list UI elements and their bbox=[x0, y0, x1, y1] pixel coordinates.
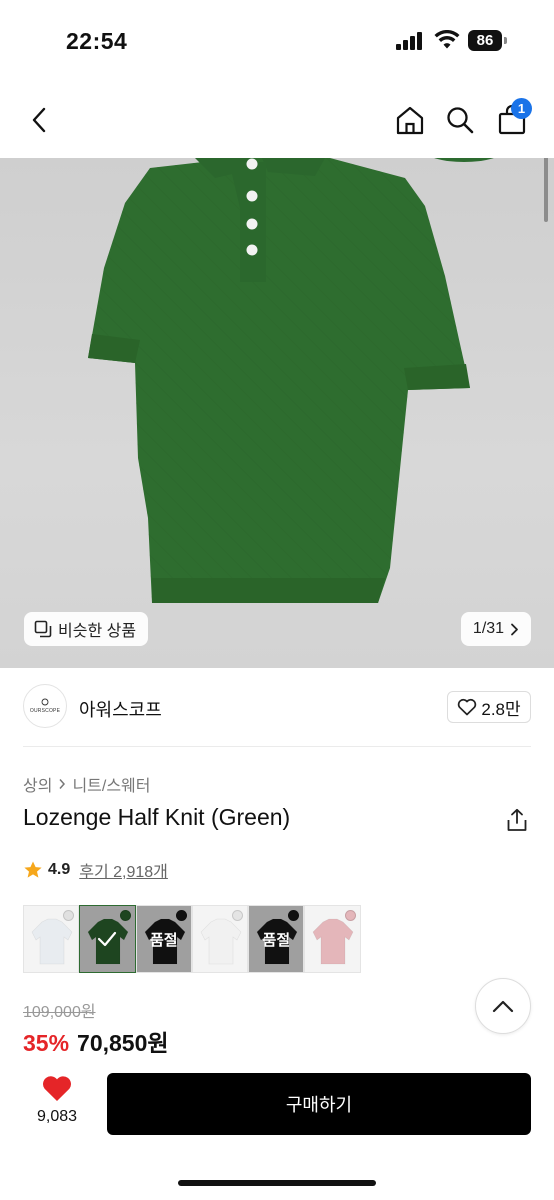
chevron-right-icon bbox=[511, 623, 518, 635]
rating-row: 4.9 후기 2,918개 bbox=[23, 858, 168, 882]
brand-like-count: 2.8만 bbox=[481, 699, 521, 719]
bottom-action-bar: 9,083 구매하기 bbox=[0, 1060, 554, 1200]
price-row: 35% 70,850원 bbox=[23, 1024, 169, 1058]
buy-button[interactable]: 구매하기 bbox=[107, 1073, 531, 1135]
home-button[interactable] bbox=[390, 100, 430, 140]
color-swatch[interactable] bbox=[79, 905, 136, 973]
brand-name[interactable]: 아워스코프 bbox=[79, 696, 162, 722]
search-icon bbox=[447, 107, 474, 134]
discount-rate: 35% bbox=[23, 1030, 70, 1056]
cellular-signal-icon bbox=[396, 32, 422, 50]
reviews-link[interactable]: 후기 2,918개 bbox=[79, 858, 168, 882]
product-photo-green-knit-polo bbox=[88, 158, 494, 603]
product-image-carousel[interactable] bbox=[0, 158, 554, 668]
original-price: 109,000원 bbox=[23, 1004, 96, 1021]
top-nav-bar: 1 bbox=[0, 80, 554, 158]
home-icon bbox=[396, 106, 424, 135]
color-swatch[interactable]: 품절 bbox=[135, 905, 192, 973]
brand-logo-mark bbox=[41, 698, 49, 706]
home-indicator bbox=[178, 1180, 376, 1186]
selected-check-icon bbox=[80, 906, 135, 972]
back-button[interactable] bbox=[20, 100, 60, 140]
color-swatch[interactable]: 품절 bbox=[248, 905, 305, 973]
heart-filled-icon bbox=[43, 1076, 71, 1101]
swatch-color-dot bbox=[344, 910, 356, 921]
scroll-to-top-button[interactable] bbox=[475, 978, 531, 1034]
share-button[interactable] bbox=[503, 806, 531, 834]
brand-logo-text: OURSCOPE bbox=[29, 708, 61, 714]
scroll-indicator bbox=[544, 158, 548, 222]
brand-row: OURSCOPE 아워스코프 2.8만 bbox=[0, 668, 554, 746]
brand-logo[interactable]: OURSCOPE bbox=[23, 684, 67, 728]
breadcrumb: 상의 니트/스웨터 bbox=[23, 772, 151, 796]
product-title: Lozenge Half Knit (Green) bbox=[23, 804, 291, 830]
status-time: 22:54 bbox=[66, 28, 128, 54]
search-button[interactable] bbox=[440, 100, 480, 140]
battery-level: 86 bbox=[468, 30, 502, 51]
star-icon bbox=[24, 861, 42, 878]
color-swatches: 품절 품절 bbox=[23, 905, 361, 973]
breadcrumb-item-knit[interactable]: 니트/스웨터 bbox=[72, 772, 150, 796]
color-swatch[interactable] bbox=[304, 905, 361, 973]
color-swatch[interactable] bbox=[23, 905, 80, 973]
chevron-right-icon bbox=[59, 779, 66, 789]
wishlist-button[interactable]: 9,083 bbox=[26, 1074, 88, 1132]
cart-count-badge: 1 bbox=[511, 98, 532, 119]
wifi-icon bbox=[434, 30, 460, 49]
battery-icon: 86 bbox=[468, 30, 508, 51]
color-swatch[interactable] bbox=[191, 905, 249, 973]
breadcrumb-item-tops[interactable]: 상의 bbox=[23, 772, 52, 796]
cart-button[interactable]: 1 bbox=[492, 98, 532, 140]
similar-products-label: 비슷한 상품 bbox=[58, 623, 137, 640]
chevron-up-icon bbox=[492, 1000, 514, 1013]
status-bar: 22:54 86 bbox=[0, 0, 554, 80]
page-indicator-text: 1/31 bbox=[472, 620, 505, 637]
wishlist-count: 9,083 bbox=[36, 1108, 78, 1125]
divider bbox=[23, 746, 531, 747]
rating-value: 4.9 bbox=[48, 861, 71, 878]
image-page-indicator[interactable]: 1/31 bbox=[461, 612, 531, 646]
brand-like-button[interactable]: 2.8만 bbox=[447, 691, 531, 723]
sale-price: 70,850원 bbox=[77, 1030, 169, 1056]
chevron-left-icon bbox=[32, 107, 46, 133]
heart-outline-icon bbox=[458, 698, 477, 716]
share-icon bbox=[507, 808, 527, 831]
copy-icon bbox=[34, 620, 52, 638]
sold-out-label: 품절 bbox=[249, 906, 304, 972]
similar-products-button[interactable]: 비슷한 상품 bbox=[24, 612, 149, 646]
sold-out-label: 품절 bbox=[136, 906, 191, 972]
